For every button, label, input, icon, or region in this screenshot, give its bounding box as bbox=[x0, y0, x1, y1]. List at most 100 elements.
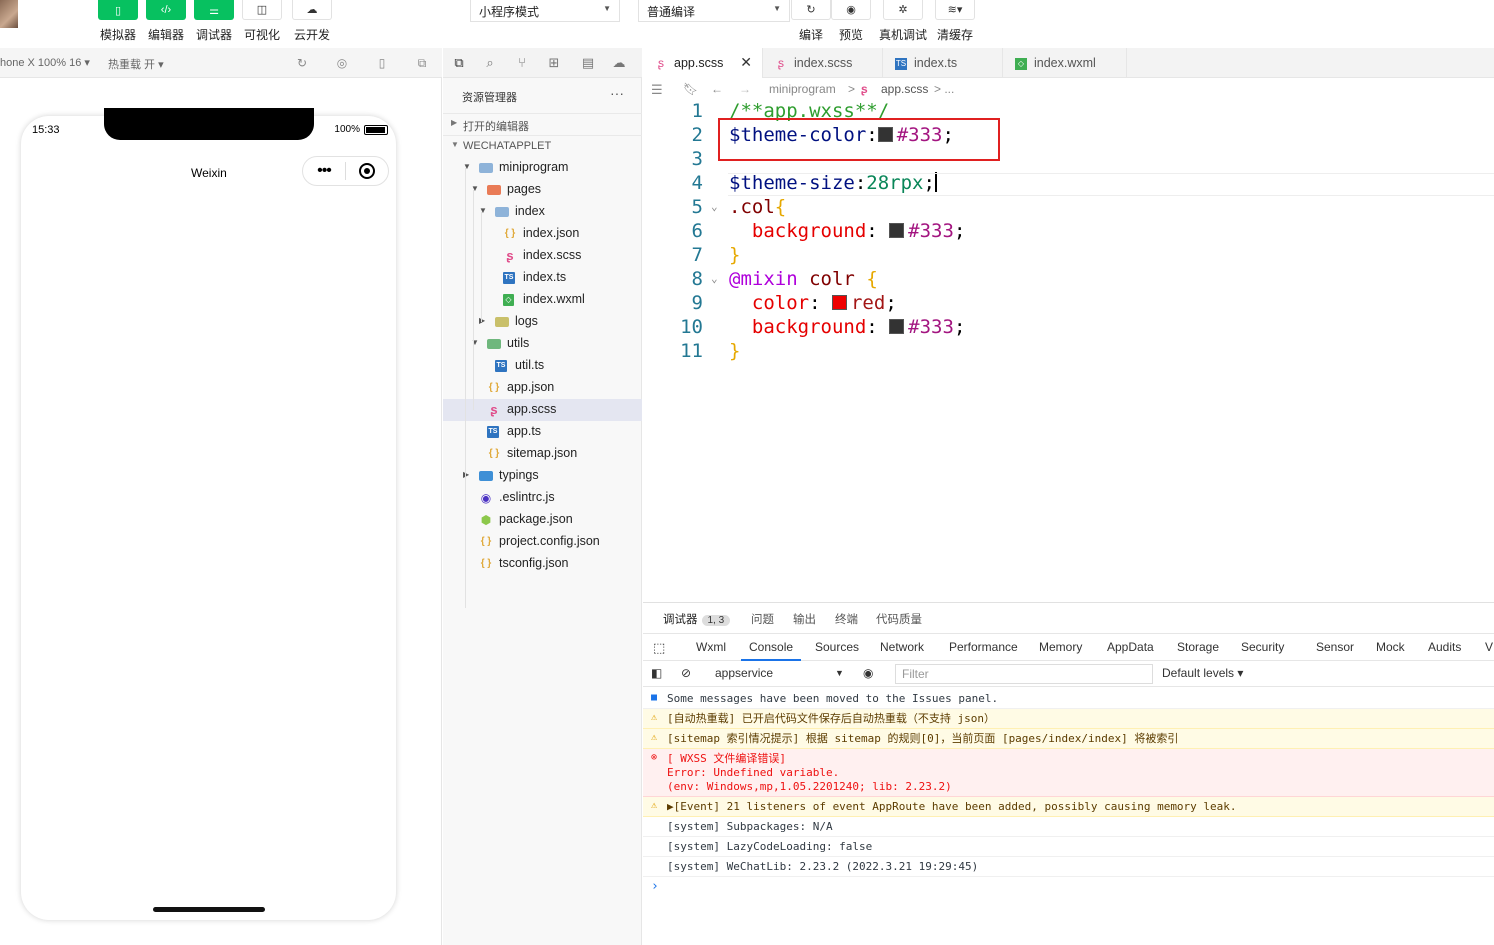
breadcrumb: ☰ 🔖︎ ← → miniprogram > ʂ app.scss > ... bbox=[643, 78, 1494, 100]
compile-select[interactable]: 普通编译 ▼ bbox=[638, 0, 790, 22]
user-avatar[interactable] bbox=[0, 0, 18, 28]
console-filter-input[interactable]: Filter bbox=[895, 664, 1153, 684]
devtools-tab-wxml[interactable]: Wxml bbox=[696, 640, 726, 654]
fold-chevron-icon[interactable]: ⌄ bbox=[711, 272, 718, 285]
tree-file[interactable]: ◉ .eslintrc.js bbox=[443, 487, 642, 509]
source-control-icon[interactable]: ⑂ bbox=[514, 55, 530, 71]
code-line[interactable]: background: #333; bbox=[729, 316, 966, 338]
tab-output[interactable]: 输出 bbox=[793, 611, 816, 627]
code-line[interactable]: } bbox=[729, 244, 740, 266]
color-swatch[interactable] bbox=[889, 319, 905, 334]
tab-app-scss[interactable]: ʂ app.scss ✕ bbox=[643, 48, 763, 78]
tree-folder[interactable]: ▶ typings bbox=[443, 465, 642, 487]
code-line[interactable]: color: red; bbox=[729, 292, 897, 314]
detach-window-icon[interactable]: ⧉ bbox=[415, 56, 429, 70]
breadcrumb-more[interactable]: > ... bbox=[934, 82, 954, 96]
visual-button[interactable]: ◫ 可视化 bbox=[238, 0, 286, 43]
devtools-tab-sources[interactable]: Sources bbox=[815, 640, 859, 654]
console-prompt[interactable]: › bbox=[651, 879, 659, 894]
tab-index-wxml[interactable]: ◇ index.wxml bbox=[1003, 48, 1127, 78]
simulator-toolbar: hone X 100% 16 ▾ 热重载 开 ▾ ↻ ◎ ▯ ⧉ bbox=[0, 48, 442, 78]
cloud-button[interactable]: ☁ 云开发 bbox=[288, 0, 336, 43]
simulator-button[interactable]: ▯ 模拟器 bbox=[94, 0, 142, 43]
files-icon[interactable]: ⧉ bbox=[451, 55, 467, 71]
typescript-file-icon: TS bbox=[895, 58, 907, 70]
tab-debugger[interactable]: 调试器 1, 3 bbox=[663, 611, 731, 627]
tree-file[interactable]: { } sitemap.json bbox=[443, 443, 642, 465]
mode-select[interactable]: 小程序模式 ▼ bbox=[470, 0, 620, 22]
extensions-icon[interactable]: ⊞ bbox=[546, 55, 562, 71]
tree-file[interactable]: { } project.config.json bbox=[443, 531, 642, 553]
scss-file-icon: ʂ bbox=[490, 402, 498, 417]
stop-icon[interactable]: ◎ bbox=[335, 56, 349, 70]
back-arrow-icon[interactable]: ← bbox=[711, 82, 723, 96]
docker-icon[interactable]: ☁ bbox=[611, 55, 627, 71]
project-section[interactable]: ▼ WECHATAPPLET bbox=[443, 135, 642, 157]
console-message: [system] Subpackages: N/A bbox=[643, 817, 1494, 837]
preview-button[interactable]: ◉ 预览 bbox=[827, 0, 875, 43]
chevron-down-icon[interactable]: ▼ bbox=[835, 668, 844, 678]
editor-button[interactable]: ‹/› 编辑器 bbox=[142, 0, 190, 43]
devtools-tab-security[interactable]: Security bbox=[1241, 640, 1284, 654]
devtools-tab-storage[interactable]: Storage bbox=[1177, 640, 1219, 654]
more-actions-icon[interactable]: ··· bbox=[610, 85, 624, 101]
console-message: ⚠ [sitemap 索引情况提示] 根据 sitemap 的规则[0]，当前页面… bbox=[643, 729, 1494, 749]
color-swatch[interactable] bbox=[889, 223, 905, 238]
code-token: .col bbox=[729, 196, 775, 218]
rotate-icon[interactable]: ↻ bbox=[295, 56, 309, 70]
clear-console-icon[interactable]: ⊘ bbox=[681, 666, 691, 680]
remote-debug-button[interactable]: ✲ 真机调试 bbox=[879, 0, 927, 43]
context-select[interactable]: appservice bbox=[715, 666, 773, 680]
devtools-tab-network[interactable]: Network bbox=[880, 640, 924, 654]
code-token: background bbox=[751, 316, 867, 338]
tree-file[interactable]: ⬢ package.json bbox=[443, 509, 642, 531]
devtools-tab-mock[interactable]: Mock bbox=[1376, 640, 1405, 654]
tab-index-scss[interactable]: ʂ index.scss bbox=[763, 48, 883, 78]
device-select[interactable]: hone X 100% 16 ▾ bbox=[0, 56, 90, 69]
debugger-button[interactable]: ⚌ 调试器 bbox=[190, 0, 238, 43]
devtools-tab-console[interactable]: Console bbox=[740, 640, 802, 661]
devtools-tab-sensor[interactable]: Sensor bbox=[1316, 640, 1354, 654]
forward-arrow-icon[interactable]: → bbox=[739, 82, 751, 96]
inspect-element-icon[interactable]: ⬚ bbox=[653, 640, 665, 656]
fold-chevron-icon[interactable]: ⌄ bbox=[711, 200, 718, 213]
sidebar-toggle-icon[interactable]: ◧ bbox=[651, 666, 662, 680]
devtools-tab-memory[interactable]: Memory bbox=[1039, 640, 1082, 654]
close-icon[interactable]: ✕ bbox=[740, 54, 752, 71]
phone-icon[interactable]: ▯ bbox=[375, 56, 389, 70]
more-dots-icon[interactable]: ••• bbox=[303, 157, 345, 185]
hot-reload-toggle[interactable]: 热重载 开 ▾ bbox=[108, 56, 164, 72]
devtools-tab-v[interactable]: V bbox=[1485, 640, 1493, 654]
chevron-right-icon[interactable]: ▶ bbox=[479, 316, 485, 325]
record-circle-icon bbox=[359, 163, 375, 179]
breadcrumb-file[interactable]: app.scss bbox=[881, 82, 928, 96]
outline-icon[interactable]: ☰ bbox=[651, 82, 663, 98]
bookmark-icon[interactable]: 🔖︎ bbox=[683, 82, 698, 96]
log-levels-select[interactable]: Default levels ▾ bbox=[1162, 666, 1243, 680]
tab-terminal[interactable]: 终端 bbox=[835, 611, 858, 627]
tab-code-quality[interactable]: 代码质量 bbox=[876, 611, 922, 627]
code-line[interactable]: background: #333; bbox=[729, 220, 966, 242]
breadcrumb-folder[interactable]: miniprogram bbox=[769, 82, 836, 96]
devtools-tab-audits[interactable]: Audits bbox=[1428, 640, 1461, 654]
search-icon[interactable]: ⌕ bbox=[482, 55, 498, 71]
console-message-text: [system] LazyCodeLoading: false bbox=[667, 840, 873, 853]
storage-icon[interactable]: ▤ bbox=[580, 55, 596, 71]
devtools-tab-performance[interactable]: Performance bbox=[949, 640, 1018, 654]
devtools-tab-appdata[interactable]: AppData bbox=[1107, 640, 1154, 654]
open-editors-section[interactable]: ▶ 打开的编辑器 bbox=[443, 113, 642, 135]
clear-cache-button[interactable]: ≋▾ 清缓存 bbox=[931, 0, 979, 43]
code-line[interactable]: } bbox=[729, 340, 740, 362]
tree-file[interactable]: { } tsconfig.json bbox=[443, 553, 642, 575]
code-line[interactable]: @mixin colr { bbox=[729, 268, 878, 290]
chevron-right-icon[interactable]: ▶ bbox=[463, 470, 469, 479]
color-swatch[interactable] bbox=[831, 295, 847, 310]
tree-file[interactable]: TS app.ts bbox=[443, 421, 642, 443]
tree-folder[interactable]: ▼ miniprogram bbox=[443, 157, 642, 179]
close-miniprogram-button[interactable] bbox=[346, 163, 388, 179]
code-line[interactable]: .col{ bbox=[729, 196, 786, 218]
tab-problems[interactable]: 问题 bbox=[751, 611, 774, 627]
tab-index-ts[interactable]: TS index.ts bbox=[883, 48, 1003, 78]
eye-icon[interactable]: ◉ bbox=[863, 666, 873, 680]
